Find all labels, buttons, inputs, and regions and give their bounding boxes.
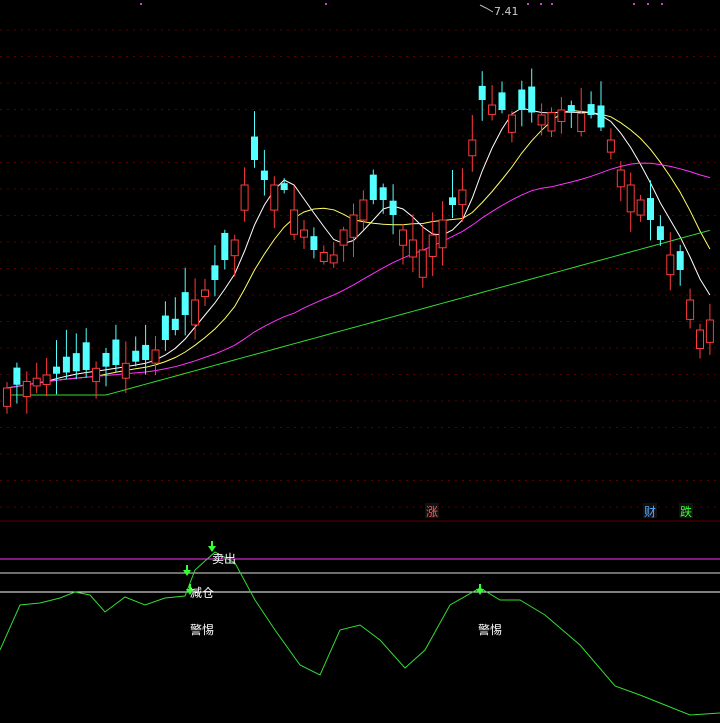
candle-body-up [468, 139, 477, 157]
candle-body-down [647, 198, 654, 220]
top-tick [647, 3, 649, 5]
candle-body-down [478, 85, 486, 100]
candle-body-down [211, 265, 219, 280]
candle-body-up [339, 229, 348, 246]
candle-body-down [379, 187, 387, 200]
indicator-annotation: 警惕 [478, 622, 502, 637]
candle-body-up [240, 184, 249, 211]
candle-body-up [428, 234, 437, 257]
candle-body-down [221, 232, 229, 260]
candle-body-up [359, 199, 368, 221]
candle-body-down [280, 183, 288, 190]
event-marker-label: 涨 [426, 504, 438, 519]
candle-body-up [438, 219, 447, 249]
candle-body-up [636, 199, 645, 216]
candle-body-down [676, 251, 684, 270]
indicator-annotation: 减仓 [190, 586, 214, 600]
high-price-pointer [479, 4, 494, 13]
candle-body-down [597, 105, 605, 128]
candle-body-down [62, 356, 70, 373]
candle-body-up [42, 374, 51, 385]
candle-body-up [458, 189, 467, 206]
candle-body-up [507, 114, 516, 133]
candle-body-up [616, 169, 625, 188]
ma60-line [7, 229, 711, 396]
candle-body-up [201, 289, 209, 298]
candle-body-down [587, 104, 595, 115]
candle-body-up [151, 349, 160, 364]
candle-body-up [329, 254, 338, 264]
candle-body-up [557, 109, 566, 123]
candle-body-down [53, 366, 60, 374]
indicator-line [0, 551, 720, 716]
candle-body-up [408, 239, 417, 258]
top-tick [661, 3, 663, 5]
candle-body-down [528, 86, 536, 113]
top-tick [527, 3, 529, 5]
candle-body-down [13, 367, 21, 385]
high-price-label: 7.41 [479, 4, 519, 18]
candle-body-down [82, 342, 90, 370]
event-marker-label: 财 [644, 505, 656, 519]
candle-body-up [626, 184, 635, 213]
candle-body-down [656, 226, 664, 240]
candle-body-down [181, 292, 189, 315]
candle-body-up [537, 114, 546, 126]
candle-body-up [319, 252, 328, 263]
candle-body-up [399, 229, 407, 246]
candle-body-up [300, 229, 308, 238]
candle-body-up [488, 104, 497, 115]
candle-body-up [577, 112, 586, 133]
candle-body-up [270, 184, 279, 211]
top-tick [540, 3, 542, 5]
candle-body-down [498, 92, 506, 110]
candle-body-down [369, 174, 377, 200]
top-tick [633, 3, 635, 5]
stock-chart: 7.41 涨 财 跌 卖出减仓警惕 警惕 [0, 3, 720, 716]
indicator-annotation: 卖出 [212, 552, 236, 566]
chart-grid [0, 3, 720, 508]
candle-body-up [606, 139, 615, 153]
candlestick-series [3, 68, 714, 414]
candle-body-up [547, 112, 556, 132]
candle-body-up [92, 367, 101, 383]
candle-body-down [132, 350, 140, 362]
candle-body-up [290, 209, 299, 235]
top-tick [325, 3, 327, 5]
candle-body-up [22, 381, 31, 398]
candle-body-up [418, 249, 427, 278]
candle-body-down [260, 170, 268, 180]
candle-body-down [567, 105, 575, 112]
candle-body-down [171, 318, 179, 330]
candle-body-up [32, 377, 41, 387]
candle-body-down [102, 352, 110, 367]
event-marker-label: 跌 [680, 504, 692, 519]
candle-body-up [191, 299, 200, 326]
candle-body-down [389, 200, 397, 215]
indicator-annotation: 警惕 [190, 622, 214, 637]
candle-body-up [230, 239, 239, 257]
top-tick [551, 3, 553, 5]
candle-body-up [666, 254, 675, 276]
candle-body-down [142, 344, 150, 360]
candle-body-up [3, 387, 11, 407]
top-tick [140, 3, 142, 5]
candle-body-down [449, 197, 456, 205]
candle-body-down [251, 136, 258, 160]
candle-body-down [112, 339, 120, 365]
candle-body-up [705, 319, 714, 343]
candle-body-up [686, 299, 695, 320]
candle-body-up [349, 214, 358, 238]
candle-body-down [310, 236, 318, 250]
high-price-text: 7.41 [494, 5, 519, 18]
candle-body-up [121, 362, 130, 379]
event-markers: 涨财跌 [425, 503, 693, 519]
candle-body-up [696, 329, 704, 349]
candle-body-down [518, 89, 526, 110]
candle-body-down [72, 353, 80, 372]
candle-body-down [161, 315, 169, 340]
indicator-panel: 卖出减仓警惕 警惕 [0, 541, 720, 716]
